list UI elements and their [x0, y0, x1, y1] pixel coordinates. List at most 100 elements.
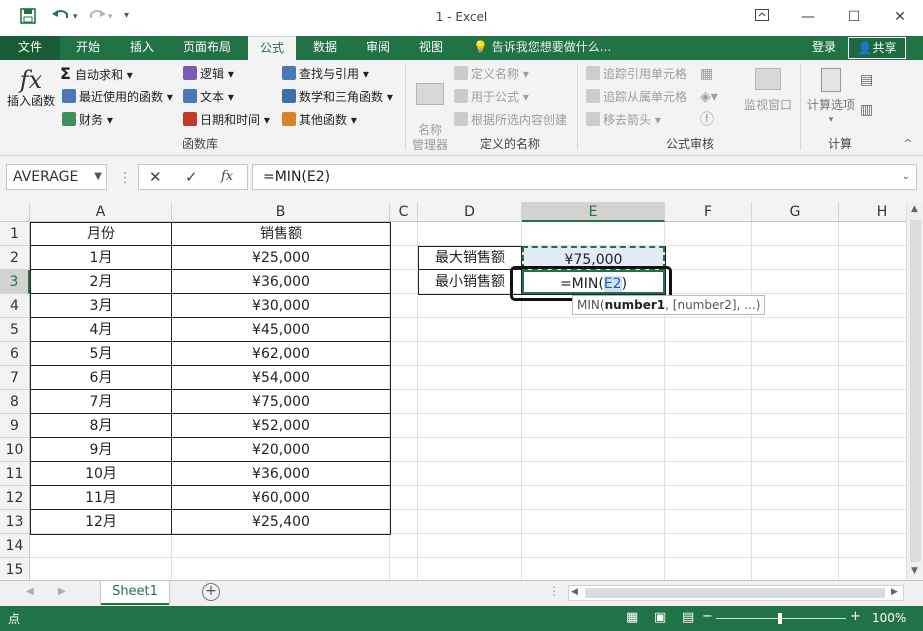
vertical-scrollbar[interactable]: ▲ ▼: [906, 202, 923, 580]
vertical-scroll-thumb[interactable]: [910, 220, 921, 562]
use-in-formula-button[interactable]: 用于公式 ▾: [454, 87, 529, 107]
column-header-h[interactable]: H: [839, 202, 906, 222]
column-header-b[interactable]: B: [172, 202, 390, 222]
remove-arrows-button[interactable]: 移去箭头 ▾: [586, 110, 661, 130]
table-cell-sales[interactable]: ¥60,000: [172, 486, 390, 510]
evaluate-formula-icon[interactable]: ⓕ: [700, 110, 714, 130]
close-button[interactable]: ✕: [880, 4, 920, 30]
calc-options-button[interactable]: 计算选项 ▾: [803, 68, 859, 128]
table-cell-sales[interactable]: ¥30,000: [172, 294, 390, 318]
table-cell-sales[interactable]: ¥62,000: [172, 342, 390, 366]
table-cell-sales[interactable]: ¥45,000: [172, 318, 390, 342]
row-header[interactable]: 12: [0, 486, 30, 510]
scroll-left-icon[interactable]: ◀: [571, 587, 578, 597]
define-name-button[interactable]: 定义名称 ▾: [454, 64, 529, 84]
trace-precedents-button[interactable]: 追踪引用单元格: [586, 64, 687, 84]
row-header[interactable]: 8: [0, 390, 30, 414]
row-header[interactable]: 10: [0, 438, 30, 462]
row-header[interactable]: 2: [0, 246, 30, 270]
enter-check-icon[interactable]: ✓: [185, 168, 198, 186]
table-cell-sales[interactable]: ¥52,000: [172, 414, 390, 438]
zoom-level[interactable]: 100%: [872, 611, 906, 625]
column-header-c[interactable]: C: [390, 202, 418, 222]
recent-functions-button[interactable]: 最近使用的函数 ▾: [62, 87, 173, 107]
calculate-sheet-icon[interactable]: ▥: [860, 100, 873, 120]
collapse-ribbon-icon[interactable]: ^: [903, 134, 912, 154]
tab-file[interactable]: 文件: [0, 36, 60, 60]
table-cell-sales[interactable]: ¥36,000: [172, 462, 390, 486]
tab-formulas[interactable]: 公式: [248, 36, 296, 60]
scroll-down-icon[interactable]: ▼: [911, 566, 918, 576]
sheet-tab-sheet1[interactable]: Sheet1: [101, 581, 169, 605]
table-cell-month[interactable]: 5月: [30, 342, 172, 366]
zoom-out-icon[interactable]: −: [702, 609, 713, 624]
column-header-a[interactable]: A: [30, 202, 172, 222]
column-header-d[interactable]: D: [418, 202, 522, 222]
ribbon-display-options-icon[interactable]: [742, 4, 782, 30]
math-button[interactable]: 数学和三角函数 ▾: [282, 87, 393, 107]
row-header[interactable]: 15: [0, 558, 30, 580]
error-checking-icon[interactable]: ◈▾: [700, 87, 718, 107]
trace-dependents-button[interactable]: 追踪从属单元格: [586, 87, 687, 107]
autosum-button[interactable]: Σ 自动求和 ▾: [60, 64, 133, 84]
text-button[interactable]: 文本 ▾: [183, 87, 234, 107]
table-cell-month[interactable]: 7月: [30, 390, 172, 414]
page-break-view-icon[interactable]: ▤: [682, 610, 694, 625]
cancel-icon[interactable]: ✕: [149, 168, 162, 186]
row-header[interactable]: 13: [0, 510, 30, 534]
sign-in-link[interactable]: 登录: [812, 36, 836, 58]
table-cell-month[interactable]: 8月: [30, 414, 172, 438]
zoom-in-icon[interactable]: +: [850, 609, 861, 624]
zoom-slider[interactable]: [716, 613, 846, 624]
table-cell-month[interactable]: 2月: [30, 270, 172, 294]
formula-input[interactable]: =MIN(E2) ⌄: [252, 164, 917, 190]
tell-me-search[interactable]: 💡 告诉我您想要做什么...: [473, 36, 611, 60]
more-functions-button[interactable]: 其他函数 ▾: [282, 110, 357, 130]
maximize-button[interactable]: ☐: [834, 4, 874, 30]
scroll-right-icon[interactable]: ▶: [891, 587, 898, 597]
calculate-now-icon[interactable]: ▤: [860, 70, 873, 90]
tab-split-grip-icon[interactable]: ⋮: [548, 584, 560, 598]
row-header[interactable]: 14: [0, 534, 30, 558]
financial-button[interactable]: 财务 ▾: [62, 110, 113, 130]
tab-insert[interactable]: 插入: [116, 36, 168, 60]
minimize-button[interactable]: —: [788, 4, 828, 30]
horizontal-scroll-thumb[interactable]: [585, 588, 885, 598]
row-header[interactable]: 1: [0, 222, 30, 246]
next-sheet-icon[interactable]: ▶: [58, 586, 66, 597]
table-cell-month[interactable]: 11月: [30, 486, 172, 510]
scroll-up-icon[interactable]: ▲: [911, 204, 918, 214]
tab-review[interactable]: 审阅: [352, 36, 404, 60]
name-box[interactable]: AVERAGE ▼: [6, 164, 107, 190]
datetime-button[interactable]: 日期和时间 ▾: [183, 110, 270, 130]
tab-view[interactable]: 视图: [406, 36, 456, 60]
add-sheet-icon[interactable]: +: [202, 583, 220, 601]
expand-formula-bar-icon[interactable]: ⌄: [902, 165, 910, 189]
name-box-dropdown-icon[interactable]: ▼: [94, 165, 102, 189]
table-cell-sales[interactable]: ¥75,000: [172, 390, 390, 414]
insert-function-button[interactable]: fx 插入函数: [4, 66, 58, 109]
create-from-selection-button[interactable]: 根据所选内容创建: [454, 110, 567, 130]
worksheet-grid[interactable]: A B C D E F G H 1 2 3 4 5 6 7 8 9 10 11 12 13 14 15 月份…: [0, 202, 906, 580]
logical-button[interactable]: 逻辑 ▾: [183, 64, 234, 84]
table-header-month[interactable]: 月份: [30, 222, 172, 246]
normal-view-icon[interactable]: ▦: [626, 610, 638, 625]
lookup-button[interactable]: 查找与引用 ▾: [282, 64, 369, 84]
watch-window-button[interactable]: 监视窗口: [740, 68, 796, 113]
tab-home[interactable]: 开始: [62, 36, 114, 60]
table-cell-sales[interactable]: ¥36,000: [172, 270, 390, 294]
table-cell-month[interactable]: 6月: [30, 366, 172, 390]
table-cell-month[interactable]: 12月: [30, 510, 172, 534]
table-cell-sales[interactable]: ¥20,000: [172, 438, 390, 462]
prev-sheet-icon[interactable]: ◀: [26, 586, 34, 597]
table-cell-sales[interactable]: ¥54,000: [172, 366, 390, 390]
row-header[interactable]: 4: [0, 294, 30, 318]
row-header[interactable]: 7: [0, 366, 30, 390]
column-header-g[interactable]: G: [752, 202, 839, 222]
table-cell-month[interactable]: 1月: [30, 246, 172, 270]
function-args-tooltip[interactable]: MIN(number1, [number2], ...): [572, 295, 766, 315]
table-cell-month[interactable]: 3月: [30, 294, 172, 318]
table-cell-sales[interactable]: ¥25,000: [172, 246, 390, 270]
name-manager-button[interactable]: 名称 管理器: [410, 68, 450, 168]
row-header[interactable]: 3: [0, 270, 30, 294]
